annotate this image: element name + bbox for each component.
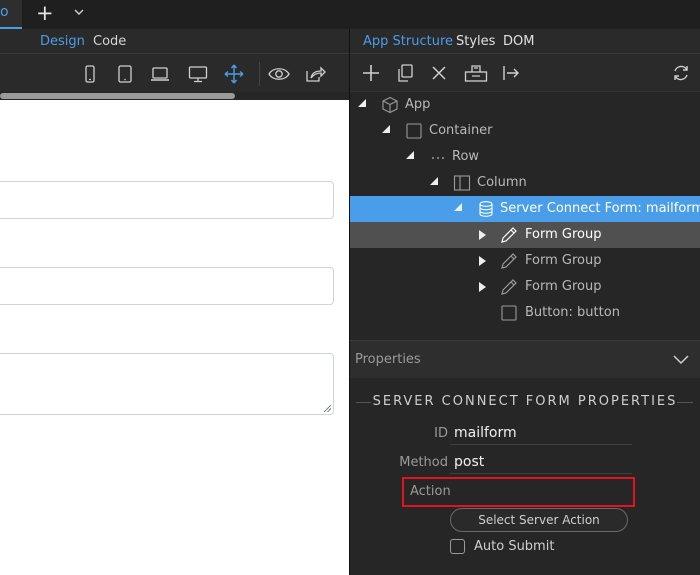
app-structure-tree: App Container Row Column Server Connect … xyxy=(350,92,700,338)
action-field[interactable] xyxy=(454,484,630,502)
dots-icon xyxy=(429,148,447,166)
tab-list-chevron-icon[interactable] xyxy=(74,6,84,19)
tree-node-form-group[interactable]: Form Group xyxy=(350,222,700,248)
tree-node-label: Form Group xyxy=(525,279,602,294)
chevron-down-icon[interactable] xyxy=(672,352,690,366)
pencil-icon xyxy=(500,226,518,244)
tree-node-label: Form Group xyxy=(525,253,602,268)
id-label: ID xyxy=(434,426,448,441)
expand-triangle-icon[interactable] xyxy=(430,177,438,185)
method-field-underline xyxy=(450,473,632,474)
document-tab-strip: o + xyxy=(0,0,700,29)
eye-icon[interactable] xyxy=(268,64,290,84)
share-icon[interactable] xyxy=(304,64,326,84)
tree-node-column[interactable]: Column xyxy=(350,170,700,196)
expand-triangle-icon[interactable] xyxy=(382,125,390,133)
collapse-triangle-icon[interactable] xyxy=(479,230,486,240)
cube-icon xyxy=(381,96,399,114)
resize-grip-icon[interactable] xyxy=(324,405,331,412)
tree-node-button[interactable]: Button: button xyxy=(350,300,700,326)
properties-title: Properties xyxy=(355,352,421,367)
pencil-icon xyxy=(500,278,518,296)
tree-node-label: App xyxy=(405,97,431,112)
tree-node-label: Button: button xyxy=(525,305,620,320)
active-document-tab-label: o xyxy=(0,4,9,20)
expand-triangle-icon[interactable] xyxy=(406,151,414,159)
collapse-triangle-icon[interactable] xyxy=(479,282,486,292)
app-structure-panel: App Structure Styles DOM App Container R… xyxy=(350,29,700,575)
tab-design[interactable]: Design xyxy=(40,34,85,49)
columns-icon xyxy=(453,174,471,192)
collapse-triangle-icon[interactable] xyxy=(479,256,486,266)
move-out-icon[interactable] xyxy=(501,63,521,83)
delete-icon[interactable] xyxy=(429,63,449,83)
section-title: SERVER CONNECT FORM PROPERTIES xyxy=(372,394,678,409)
form-input-field[interactable] xyxy=(0,181,334,219)
tab-styles[interactable]: Styles xyxy=(456,34,495,49)
horizontal-scrollbar-thumb[interactable] xyxy=(0,93,235,99)
tab-dom[interactable]: DOM xyxy=(503,34,534,49)
tree-node-label: Row xyxy=(452,149,480,164)
structure-toolbar xyxy=(350,54,700,92)
design-canvas[interactable] xyxy=(0,100,349,575)
tree-node-label: Column xyxy=(477,175,527,190)
expand-triangle-icon[interactable] xyxy=(358,99,366,107)
section-rule xyxy=(677,402,693,403)
square-icon xyxy=(405,122,423,140)
tree-node-container[interactable]: Container xyxy=(350,118,700,144)
auto-submit-checkbox[interactable] xyxy=(450,539,465,554)
tree-node-label: Form Group xyxy=(525,227,602,242)
properties-header[interactable]: Properties xyxy=(350,340,700,378)
database-icon xyxy=(477,200,495,218)
expand-triangle-icon[interactable] xyxy=(454,203,462,211)
laptop-icon[interactable] xyxy=(150,64,170,84)
form-input-field[interactable] xyxy=(0,267,334,305)
tree-node-label: Server Connect Form: mailform xyxy=(500,201,700,216)
tree-node-form-group[interactable]: Form Group xyxy=(350,248,700,274)
method-label: Method xyxy=(399,455,448,470)
method-field[interactable]: post xyxy=(454,454,484,470)
action-label: Action xyxy=(410,484,451,499)
pencil-icon xyxy=(500,252,518,270)
panel-tabs: App Structure Styles DOM xyxy=(350,29,700,54)
tree-node-row[interactable]: Row xyxy=(350,144,700,170)
wrap-icon[interactable] xyxy=(464,63,488,83)
active-document-tab[interactable]: o xyxy=(0,0,22,29)
duplicate-icon[interactable] xyxy=(395,63,415,83)
properties-body: SERVER CONNECT FORM PROPERTIES ID mailfo… xyxy=(350,378,700,575)
square-icon xyxy=(500,304,518,322)
desktop-icon[interactable] xyxy=(188,64,208,84)
tree-node-label: Container xyxy=(429,123,493,138)
tree-node-server-connect-form[interactable]: Server Connect Form: mailform xyxy=(350,196,700,222)
add-icon[interactable] xyxy=(361,63,381,83)
design-toolbar xyxy=(0,54,349,92)
refresh-icon[interactable] xyxy=(671,63,691,83)
tab-app-structure[interactable]: App Structure xyxy=(363,34,453,49)
auto-submit-label: Auto Submit xyxy=(474,539,555,554)
id-field-underline xyxy=(450,444,632,445)
id-field[interactable]: mailform xyxy=(454,425,517,441)
tree-node-form-group[interactable]: Form Group xyxy=(350,274,700,300)
view-mode-header: Design Code xyxy=(0,29,349,54)
tab-code[interactable]: Code xyxy=(93,34,126,49)
form-textarea-field[interactable] xyxy=(0,353,334,415)
toolbar-separator xyxy=(259,62,260,86)
phone-icon[interactable] xyxy=(80,64,100,84)
new-tab-button[interactable]: + xyxy=(36,3,54,24)
move-icon[interactable] xyxy=(224,64,244,84)
tree-node-app[interactable]: App xyxy=(350,92,700,118)
tablet-icon[interactable] xyxy=(115,64,135,84)
select-server-action-button[interactable]: Select Server Action xyxy=(450,508,628,532)
